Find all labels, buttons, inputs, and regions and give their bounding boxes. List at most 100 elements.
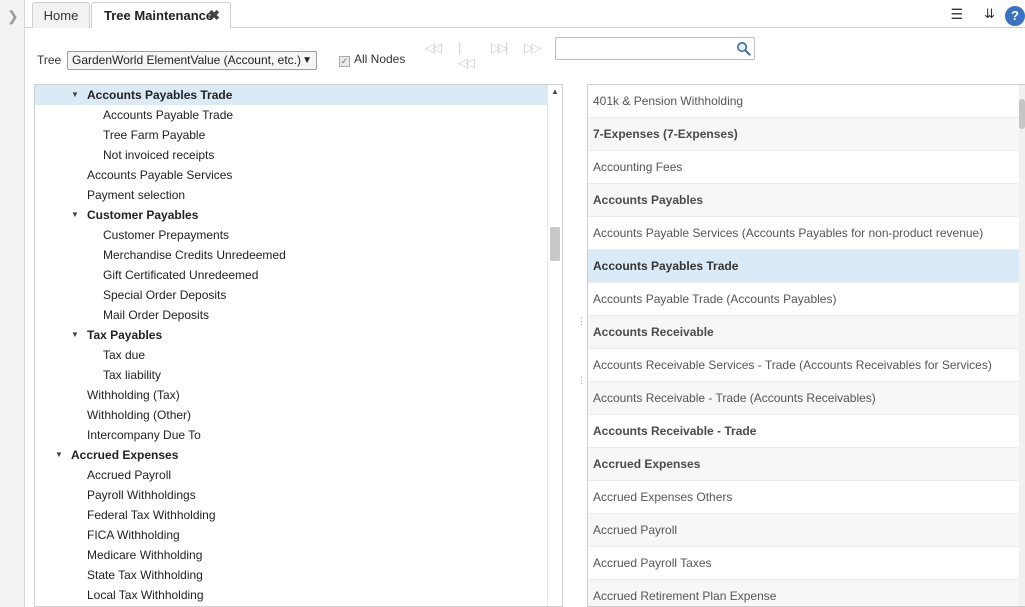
tab-bar: Home Tree Maintenance ✖ ☰ ⇊ ? bbox=[25, 0, 1025, 30]
tree-node-label: Accrued Payroll bbox=[87, 468, 172, 482]
all-nodes-label: All Nodes bbox=[354, 52, 406, 66]
tree-node[interactable]: Withholding (Tax) bbox=[35, 385, 548, 405]
all-nodes-checkbox[interactable]: ✓ All Nodes bbox=[339, 52, 405, 67]
tree-node-label: Accounts Payable Trade bbox=[103, 108, 234, 122]
expand-toggle-icon[interactable]: ▼ bbox=[71, 325, 79, 345]
expand-panel-icon[interactable]: ❯ bbox=[7, 8, 19, 25]
tree-node-label: Customer Prepayments bbox=[103, 228, 230, 242]
last-node-icon[interactable]: ▷▷ bbox=[524, 40, 541, 56]
tree-node[interactable]: FICA Withholding bbox=[35, 525, 548, 545]
tree-node[interactable]: Tax liability bbox=[35, 365, 548, 385]
tree-node[interactable]: Local Tax Withholding bbox=[35, 585, 548, 605]
list-scrollbar[interactable] bbox=[1019, 85, 1025, 606]
list-item[interactable]: Accounts Payables Trade bbox=[588, 250, 1020, 283]
tree-node[interactable]: Customer Prepayments bbox=[35, 225, 548, 245]
tree-scrollbar[interactable]: ▲ bbox=[547, 85, 562, 606]
scroll-up-icon[interactable]: ▲ bbox=[551, 87, 559, 96]
list-item[interactable]: Accounts Receivable - Trade bbox=[588, 415, 1020, 448]
tree-node[interactable]: Special Order Deposits bbox=[35, 285, 548, 305]
tree-node[interactable]: Payment selection bbox=[35, 185, 548, 205]
tree-node-label: Local Tax Withholding bbox=[87, 588, 204, 602]
checkbox-icon: ✓ bbox=[339, 56, 350, 67]
first-node-icon[interactable]: ◁◁ bbox=[425, 40, 442, 56]
tree-node-label: Gift Certificated Unredeemed bbox=[103, 268, 259, 282]
tree-node-label: Tree Farm Payable bbox=[103, 128, 206, 142]
tree-node[interactable]: Withholding (Other) bbox=[35, 405, 548, 425]
tree-node-label: Withholding (Tax) bbox=[87, 388, 180, 402]
tree-node[interactable]: ▼ Accrued Expenses bbox=[35, 445, 548, 465]
tree-node[interactable]: Tree Farm Payable bbox=[35, 125, 548, 145]
tree-node[interactable]: Mail Order Deposits bbox=[35, 305, 548, 325]
tree-node[interactable]: ▼ Accounts Payables Trade bbox=[35, 85, 548, 105]
tree-node-label: Payroll Withholdings bbox=[87, 488, 196, 502]
list-item[interactable]: Accrued Retirement Plan Expense bbox=[588, 580, 1020, 606]
tree-label: Tree bbox=[37, 53, 62, 67]
tree-scroll-thumb[interactable] bbox=[550, 227, 560, 261]
expand-toggle-icon[interactable]: ▼ bbox=[71, 205, 79, 225]
tab-tree-maintenance[interactable]: Tree Maintenance ✖ bbox=[91, 2, 231, 30]
list-item[interactable]: Accounts Receivable Services - Trade (Ac… bbox=[588, 349, 1020, 382]
tree-node-label: FICA Withholding bbox=[87, 528, 180, 542]
tree-search-input[interactable] bbox=[555, 37, 755, 60]
tree-node-label: Accounts Payables Trade bbox=[87, 88, 233, 102]
expand-toggle-icon[interactable]: ▼ bbox=[71, 85, 79, 105]
list-item[interactable]: Accrued Expenses bbox=[588, 448, 1020, 481]
list-item[interactable]: Accounts Receivable bbox=[588, 316, 1020, 349]
tab-home[interactable]: Home bbox=[32, 2, 90, 29]
splitter-handle-icon[interactable]: ⋮ bbox=[577, 375, 586, 386]
previous-node-icon[interactable]: |◁◁ bbox=[458, 40, 475, 71]
tree-toolbar: Tree GardenWorld ElementValue (Account, … bbox=[25, 28, 1025, 84]
splitter-handle-icon[interactable]: ⋮ bbox=[577, 316, 586, 327]
close-tab-icon[interactable]: ✖ bbox=[208, 3, 220, 28]
chevron-double-down-icon[interactable]: ⇊ bbox=[984, 6, 995, 22]
tree-node-label: Accounts Payable Services bbox=[87, 168, 233, 182]
menu-icon[interactable]: ☰ bbox=[950, 6, 963, 23]
tree-node-label: State Tax Withholding bbox=[87, 568, 203, 582]
list-item[interactable]: Accounting Fees bbox=[588, 151, 1020, 184]
list-item[interactable]: Accrued Payroll bbox=[588, 514, 1020, 547]
tree-node-label: Mail Order Deposits bbox=[103, 308, 210, 322]
list-item[interactable]: 7-Expenses (7-Expenses) bbox=[588, 118, 1020, 151]
tree-node[interactable]: ▼ Customer Payables bbox=[35, 205, 548, 225]
collapsed-side-panel: ❯ bbox=[0, 0, 25, 607]
tree-node-label: Accrued Expenses bbox=[71, 448, 179, 462]
tree-node-label: Tax liability bbox=[103, 368, 162, 382]
tree-node[interactable]: Gift Certificated Unredeemed bbox=[35, 265, 548, 285]
list-item[interactable]: Accounts Payable Trade (Accounts Payable… bbox=[588, 283, 1020, 316]
tree-node-label: Intercompany Due To bbox=[87, 428, 201, 442]
list-item[interactable]: Accounts Payable Services (Accounts Paya… bbox=[588, 217, 1020, 250]
expand-toggle-icon[interactable]: ▼ bbox=[55, 445, 63, 465]
tree-node[interactable]: Not invoiced receipts bbox=[35, 145, 548, 165]
tree-node[interactable]: Accounts Payable Services bbox=[35, 165, 548, 185]
header-actions: ☰ ⇊ ? bbox=[945, 6, 1025, 26]
tree-node-label: Not invoiced receipts bbox=[103, 148, 215, 162]
tree-node[interactable]: Accounts Payable Trade bbox=[35, 105, 548, 125]
dropdown-arrow-icon: ▼ bbox=[302, 55, 312, 66]
help-icon[interactable]: ? bbox=[1005, 6, 1025, 26]
list-item[interactable]: 401k & Pension Withholding bbox=[588, 85, 1020, 118]
tab-label: Tree Maintenance bbox=[104, 8, 214, 23]
tree-node-label: Payment selection bbox=[87, 188, 186, 202]
list-item[interactable]: Accounts Payables bbox=[588, 184, 1020, 217]
tree-node[interactable]: Federal Tax Withholding bbox=[35, 505, 548, 525]
tree-node[interactable]: State Tax Withholding bbox=[35, 565, 548, 585]
tree-node[interactable]: Merchandise Credits Unredeemed bbox=[35, 245, 548, 265]
list-item[interactable]: Accrued Expenses Others bbox=[588, 481, 1020, 514]
tree-select[interactable]: GardenWorld ElementValue (Account, etc.)… bbox=[67, 51, 317, 70]
search-icon[interactable] bbox=[736, 41, 751, 56]
tree-panel: ▼ Accounts Payables Trade Accounts Payable… bbox=[34, 84, 563, 607]
tree-node[interactable]: Tax due bbox=[35, 345, 548, 365]
list-item[interactable]: Accounts Receivable - Trade (Accounts Re… bbox=[588, 382, 1020, 415]
tree-node[interactable]: Intercompany Due To bbox=[35, 425, 548, 445]
tree-node-label: Federal Tax Withholding bbox=[87, 508, 216, 522]
tree-node-label: Withholding (Other) bbox=[87, 408, 192, 422]
next-node-icon[interactable]: ▷▷| bbox=[491, 40, 508, 56]
tree-node[interactable]: Medicare Withholding bbox=[35, 545, 548, 565]
tree-select-value: GardenWorld ElementValue (Account, etc.) bbox=[72, 53, 301, 67]
tree-node[interactable]: ▼ Tax Payables bbox=[35, 325, 548, 345]
list-item[interactable]: Accrued Payroll Taxes bbox=[588, 547, 1020, 580]
tree-node[interactable]: Payroll Withholdings bbox=[35, 485, 548, 505]
tree-node[interactable]: Accrued Payroll bbox=[35, 465, 548, 485]
list-scroll-thumb[interactable] bbox=[1019, 99, 1025, 129]
tree-node-label: Medicare Withholding bbox=[87, 548, 203, 562]
